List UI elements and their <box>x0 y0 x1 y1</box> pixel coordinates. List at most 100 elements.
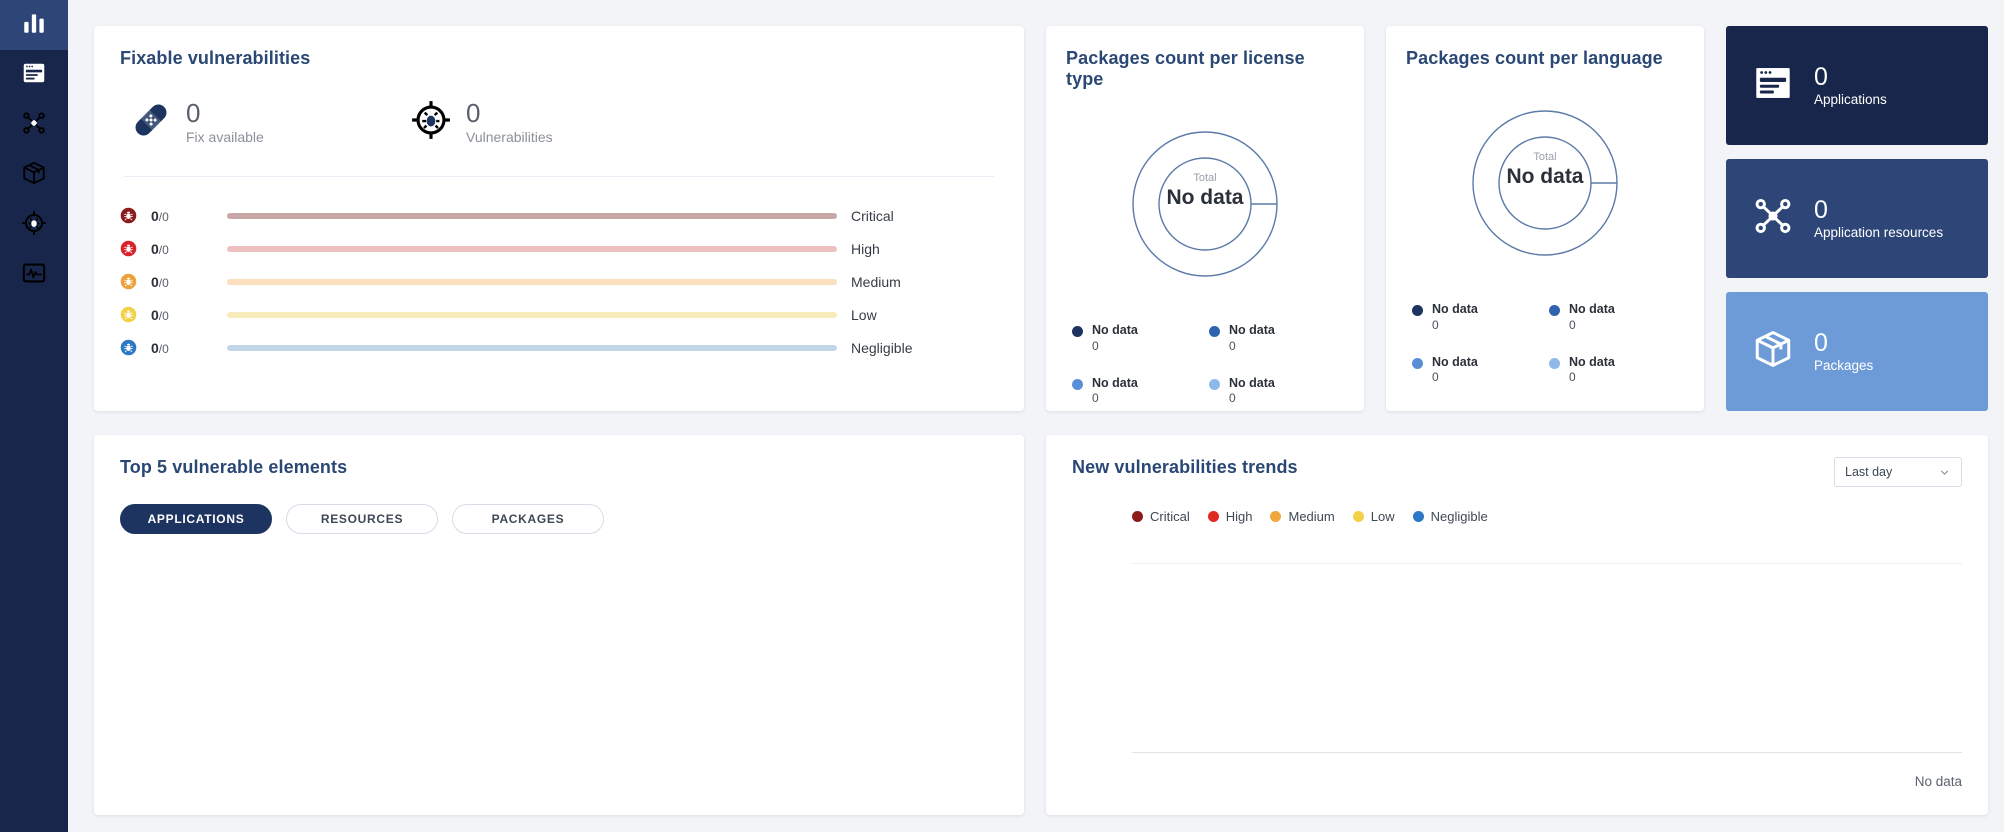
legend-label: No data <box>1432 354 1478 369</box>
trends-legend-item[interactable]: Medium <box>1270 509 1335 524</box>
legend-label: Medium <box>1288 509 1335 524</box>
package-box-icon <box>21 160 47 191</box>
kpi-card-packages[interactable]: 0 Packages <box>1726 292 1988 411</box>
bug-icon <box>120 240 137 257</box>
legend-label: No data <box>1092 323 1138 337</box>
bug-icon <box>120 207 137 224</box>
time-range-value: Last day <box>1845 465 1893 479</box>
bug-icon <box>120 273 137 290</box>
severity-row: 0/0 Negligible <box>120 331 998 364</box>
bottom-row: Top 5 vulnerable elements APPLICATIONS RE… <box>94 435 1988 815</box>
kpi-label: Application resources <box>1814 225 1944 241</box>
severity-label: Low <box>851 306 877 323</box>
severity-count: 0/0 <box>151 307 227 323</box>
time-range-select[interactable]: Last day <box>1834 457 1962 487</box>
tab-label: RESOURCES <box>320 512 404 526</box>
severity-row: 0/0 Medium <box>120 265 998 298</box>
trends-legend-item[interactable]: Negligible <box>1412 509 1488 524</box>
top-vulnerable-elements-card: Top 5 vulnerable elements APPLICATIONS RE… <box>94 435 1024 815</box>
severity-bar <box>227 245 837 252</box>
legend-label: High <box>1225 509 1253 524</box>
severity-row: 0/0 Critical <box>120 199 998 232</box>
main-content: Fixable vulnerabilities 0 Fix available 0 V… <box>68 0 2004 832</box>
trends-legend-item[interactable]: Critical <box>1132 509 1190 524</box>
legend-label: No data <box>1569 354 1615 369</box>
page-title: Fixable vulnerabilities <box>120 48 311 68</box>
kpi-value: 0 <box>1814 195 1828 224</box>
severity-count: 0/0 <box>151 241 227 257</box>
sidebar-item-application-resources[interactable] <box>0 100 68 150</box>
legend-label: No data <box>1092 375 1138 390</box>
kpi-value: 0 <box>1814 62 1828 91</box>
legend-value: 0 <box>1432 370 1439 385</box>
severity-count-value: 0 <box>151 306 159 323</box>
legend-value: 0 <box>1432 317 1439 332</box>
license-donut-total-value: No data <box>1166 186 1244 209</box>
plot-top-rule <box>1132 563 1962 564</box>
sidebar-item-dashboard[interactable] <box>0 0 68 50</box>
severity-bar <box>227 311 837 318</box>
fixable-metric: 0 Vulnerabilities <box>410 99 690 146</box>
severity-count-value: 0 <box>151 240 159 257</box>
legend-label: No data <box>1229 323 1275 337</box>
trends-empty-text: No data <box>1914 774 1962 789</box>
plot-bottom-axis <box>1132 752 1962 753</box>
sidebar-item-trends[interactable] <box>0 250 68 300</box>
fixable-vulnerabilities-card: Fixable vulnerabilities 0 Fix available 0 V… <box>94 26 1024 411</box>
top5-title: Top 5 vulnerable elements <box>120 457 348 477</box>
legend-item: No data 0 <box>1412 355 1541 386</box>
legend-item: No data 0 <box>1209 376 1338 407</box>
legend-dot <box>1072 326 1083 337</box>
divider <box>124 176 994 177</box>
trends-plot-area <box>1132 563 1962 753</box>
fixable-metric: 0 Fix available <box>130 99 410 146</box>
legend-item: No data 0 <box>1549 355 1678 386</box>
legend-dot <box>1209 326 1220 337</box>
language-donut: Total No data <box>1406 93 1684 278</box>
sidebar-item-applications[interactable] <box>0 50 68 100</box>
kpi-card-applications[interactable]: 0 Applications <box>1726 26 1988 145</box>
new-vulnerabilities-trends-card: New vulnerabilities trends Last day Crit… <box>1046 435 1988 815</box>
package-box-icon <box>1752 328 1794 375</box>
window-list-icon <box>1752 62 1794 109</box>
legend-item: No data 0 <box>1072 376 1201 407</box>
severity-count: 0/0 <box>151 340 227 356</box>
tab-packages[interactable]: PACKAGES <box>452 504 604 534</box>
sidebar-item-packages[interactable] <box>0 150 68 200</box>
metric-value: 0 <box>466 97 481 128</box>
severity-row: 0/0 Low <box>120 298 998 331</box>
bug-target-icon <box>410 99 452 146</box>
severity-count-total: /0 <box>158 308 169 323</box>
severity-label: Critical <box>851 207 894 224</box>
kpi-label: Packages <box>1814 358 1874 374</box>
kpi-value: 0 <box>1814 328 1828 357</box>
legend-dot <box>1549 305 1560 316</box>
legend-item: No data 0 <box>1412 302 1541 333</box>
language-chart-legend: No data 0 No data 0 No data 0 No data 0 <box>1406 302 1684 385</box>
severity-label: Medium <box>851 273 901 290</box>
license-chart-title: Packages count per license type <box>1066 48 1305 89</box>
license-type-chart-card: Packages count per license type Total No… <box>1046 26 1364 411</box>
license-chart-legend: No data 0 No data 0 No data 0 No data 0 <box>1066 323 1344 406</box>
severity-label: Negligible <box>851 339 913 356</box>
severity-count-total: /0 <box>158 341 169 356</box>
bug-target-icon <box>21 210 47 241</box>
trends-header: New vulnerabilities trends Last day <box>1072 457 1962 487</box>
top5-tabs: APPLICATIONS RESOURCES PACKAGES <box>120 504 998 534</box>
tab-resources[interactable]: RESOURCES <box>286 504 438 534</box>
trends-legend-item[interactable]: High <box>1207 509 1253 524</box>
top-row: Fixable vulnerabilities 0 Fix available 0 V… <box>94 26 1988 411</box>
tab-applications[interactable]: APPLICATIONS <box>120 504 272 534</box>
sidebar-item-vulnerabilities[interactable] <box>0 200 68 250</box>
legend-dot <box>1412 511 1424 522</box>
kpi-card-application-resources[interactable]: 0 Application resources <box>1726 159 1988 278</box>
severity-count-total: /0 <box>158 209 169 224</box>
legend-label: No data <box>1432 302 1478 316</box>
severity-count-value: 0 <box>151 273 159 290</box>
legend-item: No data 0 <box>1209 323 1338 354</box>
severity-count-value: 0 <box>151 339 159 356</box>
legend-dot <box>1352 511 1364 522</box>
trends-legend-item[interactable]: Low <box>1352 509 1395 524</box>
severity-label: High <box>851 240 880 257</box>
legend-value: 0 <box>1229 338 1236 353</box>
